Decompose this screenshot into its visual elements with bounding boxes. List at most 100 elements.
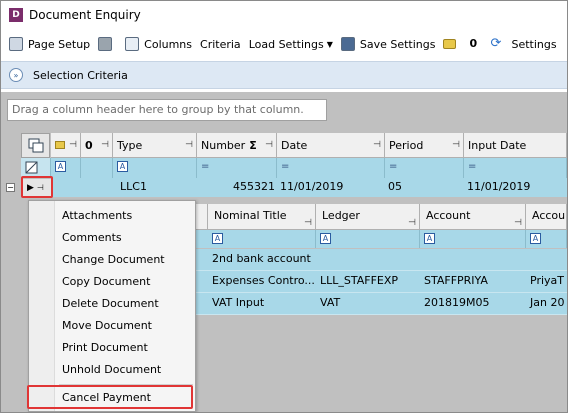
pin-icon: ⊣: [373, 140, 381, 150]
notes-column-icon: [55, 141, 65, 149]
header-period[interactable]: Period ⊣: [385, 133, 464, 158]
menu-item-unhold-document[interactable]: Unhold Document: [62, 361, 161, 379]
columns-label[interactable]: Columns: [144, 38, 192, 51]
header-type[interactable]: Type ⊣: [113, 133, 197, 158]
toolbar: Page Setup Columns Criteria Load Setting…: [1, 31, 567, 57]
text-filter-icon: A: [117, 161, 128, 172]
header-number-label: Number: [201, 138, 246, 152]
page-setup-button[interactable]: Page Setup: [9, 37, 90, 51]
subheader-ledger-label: Ledger: [322, 209, 360, 222]
header-date[interactable]: Date ⊣: [277, 133, 385, 158]
cell-account2: Jan 20: [530, 296, 565, 309]
context-menu-gutter: [29, 201, 55, 411]
filter-cell-number[interactable]: =: [197, 158, 277, 178]
subheader-account2-label: Accou: [532, 209, 566, 222]
text-filter-icon: A: [212, 233, 223, 244]
filter-row-clear[interactable]: [21, 158, 51, 178]
header-type-label: Type: [117, 138, 143, 152]
filter-clear-icon: [25, 161, 38, 174]
subheader-nominal-title[interactable]: Nominal Title ⊣: [208, 204, 316, 230]
column-chooser-button[interactable]: [21, 133, 50, 158]
header-number[interactable]: Number Σ ⊣: [197, 133, 277, 158]
header-notes-col[interactable]: ⊣: [51, 133, 81, 158]
filter-cell-input-date[interactable]: =: [464, 158, 567, 178]
subheader-account[interactable]: Account ⊣: [420, 204, 526, 230]
highlight-row-selector: [21, 176, 53, 198]
criteria-button[interactable]: Criteria: [200, 38, 241, 51]
header-period-label: Period: [389, 138, 424, 152]
menu-item-change-document[interactable]: Change Document: [62, 251, 165, 269]
print-preview-button[interactable]: Columns: [125, 37, 192, 51]
pin-icon: ⊣: [265, 140, 273, 150]
cell-nominal-title: VAT Input: [212, 296, 265, 309]
paperclip-icon: 0: [469, 37, 478, 50]
menu-item-move-document[interactable]: Move Document: [62, 317, 152, 335]
subheader-account2[interactable]: Accou: [526, 204, 567, 230]
load-settings-button[interactable]: Load Settings ▼: [249, 38, 333, 51]
subfilter-nominal-title[interactable]: A: [208, 230, 316, 248]
subfilter-account2[interactable]: A: [526, 230, 567, 248]
subheader-ledger[interactable]: Ledger ⊣: [316, 204, 420, 230]
header-input-date[interactable]: Input Date: [464, 133, 567, 158]
collapse-row-button[interactable]: −: [6, 183, 15, 192]
menu-item-copy-document[interactable]: Copy Document: [62, 273, 150, 291]
table-row[interactable]: VAT Input VAT 201819M05 Jan 20: [196, 293, 567, 315]
filter-cell-date[interactable]: =: [277, 158, 385, 178]
group-by-box[interactable]: Drag a column header here to group by th…: [7, 99, 327, 121]
expand-chevron-icon[interactable]: »: [9, 68, 23, 82]
attachments-button[interactable]: 0: [469, 37, 482, 51]
filter-cell-period[interactable]: =: [385, 158, 464, 178]
menu-item-attachments[interactable]: Attachments: [62, 207, 132, 225]
window-title: Document Enquiry: [29, 8, 141, 22]
document-enquiry-window: D Document Enquiry Page Setup Columns Cr…: [0, 0, 568, 413]
text-filter-icon: A: [55, 161, 66, 172]
sum-icon: Σ: [249, 138, 257, 152]
text-filter-icon: A: [320, 233, 331, 244]
menu-item-delete-document[interactable]: Delete Document: [62, 295, 159, 313]
pin-icon: ⊣: [101, 140, 109, 150]
paperclip-column-icon: 0: [85, 138, 93, 152]
print-preview-icon: [125, 37, 140, 51]
dropdown-arrow-icon: ▼: [326, 39, 333, 49]
header-date-label: Date: [281, 138, 308, 152]
cell-date: 11/01/2019: [280, 180, 344, 193]
notes-icon: [443, 39, 457, 49]
cell-account2: PriyaT: [530, 274, 564, 287]
cell-account: STAFFPRIYA: [424, 274, 488, 287]
subgrid-header-spacer: [196, 204, 208, 230]
table-row[interactable]: LLC1 455321 11/01/2019 05 11/01/2019: [51, 178, 567, 197]
cell-ledger: LLL_STAFFEXP: [320, 274, 399, 287]
cell-input-date: 11/01/2019: [467, 180, 531, 193]
cell-ledger: [316, 249, 420, 271]
print-button[interactable]: [98, 37, 117, 51]
cell-nominal-title: 2nd bank account: [212, 252, 311, 265]
header-attach-col[interactable]: 0 ⊣: [81, 133, 113, 158]
text-filter-icon: A: [530, 233, 541, 244]
selection-criteria-bar[interactable]: » Selection Criteria: [1, 61, 567, 89]
column-chooser-icon: [28, 138, 44, 153]
filter-cell-notes[interactable]: A: [51, 158, 81, 178]
subfilter-ledger[interactable]: A: [316, 230, 420, 248]
table-row[interactable]: Expenses Contro... LLL_STAFFEXP STAFFPRI…: [196, 271, 567, 293]
filter-cell-type[interactable]: A: [113, 158, 197, 178]
cell-ledger: VAT: [320, 296, 341, 309]
settings-button[interactable]: ⟳ Settings: [490, 36, 556, 52]
settings-label: Settings: [511, 37, 557, 51]
save-settings-label: Save Settings: [359, 37, 436, 51]
subgrid-filter-row: A A A A: [196, 230, 567, 248]
subfilter-account[interactable]: A: [420, 230, 526, 248]
cell-account: 201819M05: [424, 296, 490, 309]
cell-account: [420, 249, 526, 271]
floppy-disk-icon: [340, 37, 355, 51]
pin-icon: ⊣: [69, 140, 77, 150]
notes-button[interactable]: [443, 39, 461, 49]
filter-cell-attach[interactable]: [81, 158, 113, 178]
app-icon: D: [9, 8, 23, 22]
page-setup-label: Page Setup: [28, 37, 91, 51]
menu-item-print-document[interactable]: Print Document: [62, 339, 148, 357]
save-settings-button[interactable]: Save Settings: [340, 37, 436, 51]
subheader-nominal-title-label: Nominal Title: [214, 209, 287, 222]
menu-item-comments[interactable]: Comments: [62, 229, 122, 247]
table-row[interactable]: 2nd bank account: [196, 249, 567, 271]
pin-icon: ⊣: [452, 140, 460, 150]
